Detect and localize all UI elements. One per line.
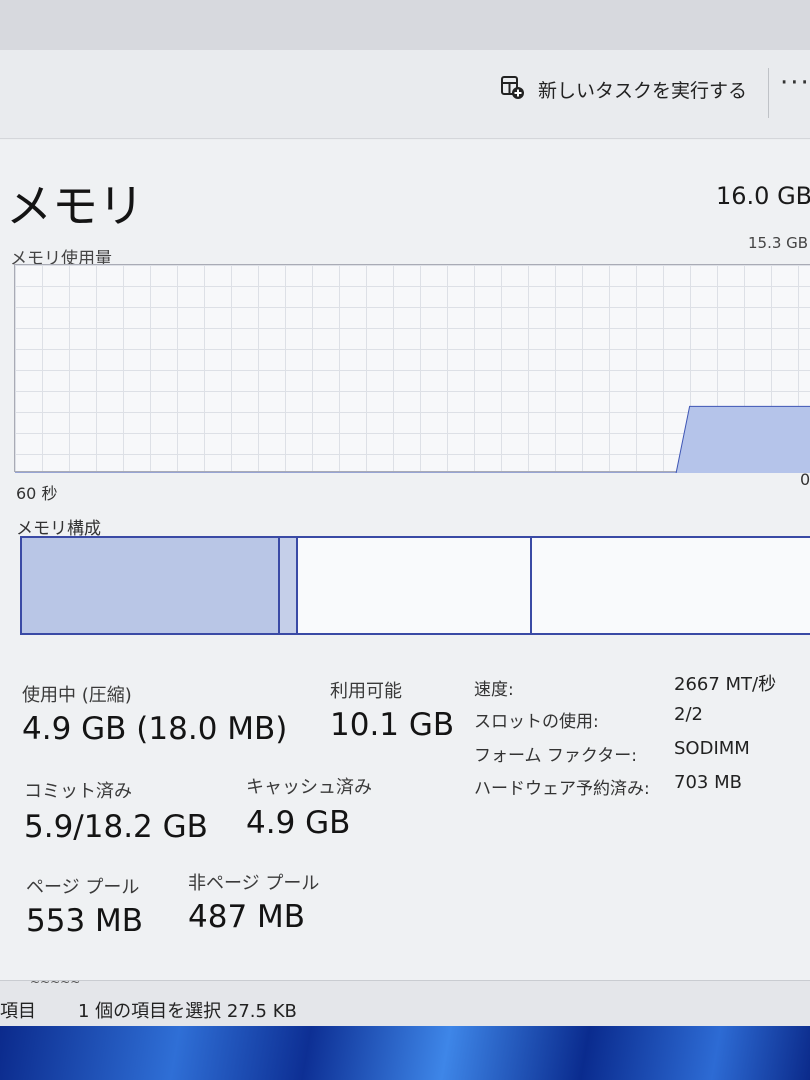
- available-value: 10.1 GB: [330, 707, 455, 743]
- composition-standby: [298, 538, 532, 633]
- committed-value: 5.9/18.2 GB: [24, 809, 208, 845]
- speed-label: 速度:: [474, 680, 514, 700]
- status-items-label: 項目: [0, 1001, 36, 1022]
- desktop-wallpaper: [0, 1026, 810, 1080]
- hw-reserved-label: ハードウェア予約済み:: [474, 779, 650, 799]
- nonpaged-pool-value: 487 MB: [188, 899, 306, 935]
- graph-time-start: 60 秒: [16, 484, 58, 503]
- cached-value: 4.9 GB: [246, 805, 351, 841]
- status-selection-label: 1 個の項目を選択 27.5 KB: [78, 1001, 297, 1022]
- page-title: メモリ: [6, 179, 144, 233]
- run-task-icon: [500, 74, 526, 104]
- total-memory: 16.0 GB: [716, 182, 810, 210]
- composition-modified: [280, 538, 298, 633]
- graph-max-label: 15.3 GB: [748, 234, 809, 252]
- run-new-task-button[interactable]: 新しいタスクを実行する: [500, 72, 747, 106]
- status-bar-clipped-text: ~~~~~: [30, 975, 81, 989]
- more-options-button[interactable]: ···: [780, 68, 810, 98]
- hw-reserved-value: 703 MB: [674, 772, 742, 793]
- paged-pool-label: ページ プール: [26, 877, 140, 898]
- slots-used-value: 2/2: [674, 704, 703, 725]
- memory-usage-graph: [14, 264, 810, 473]
- status-bar: ~~~~~ 項目 1 個の項目を選択 27.5 KB: [0, 975, 810, 1027]
- speed-value: 2667 MT/秒: [674, 674, 777, 695]
- memory-composition-bar: [20, 536, 810, 635]
- cached-label: キャッシュ済み: [246, 777, 372, 798]
- form-factor-value: SODIMM: [674, 738, 750, 759]
- run-new-task-label: 新しいタスクを実行する: [538, 79, 748, 102]
- form-factor-label: フォーム ファクター:: [474, 746, 637, 766]
- usage-area: [15, 406, 810, 473]
- nonpaged-pool-label: 非ページ プール: [188, 873, 320, 894]
- graph-time-end: 0: [800, 470, 810, 489]
- available-label: 利用可能: [330, 681, 402, 702]
- in-use-value: 4.9 GB (18.0 MB): [22, 711, 288, 747]
- composition-free: [532, 538, 810, 633]
- paged-pool-value: 553 MB: [26, 903, 144, 939]
- in-use-label: 使用中 (圧縮): [22, 685, 132, 706]
- window-titlebar: [0, 0, 810, 52]
- slots-used-label: スロットの使用:: [474, 712, 599, 732]
- composition-in-use: [22, 538, 280, 633]
- committed-label: コミット済み: [24, 781, 132, 802]
- toolbar-divider: [768, 68, 769, 118]
